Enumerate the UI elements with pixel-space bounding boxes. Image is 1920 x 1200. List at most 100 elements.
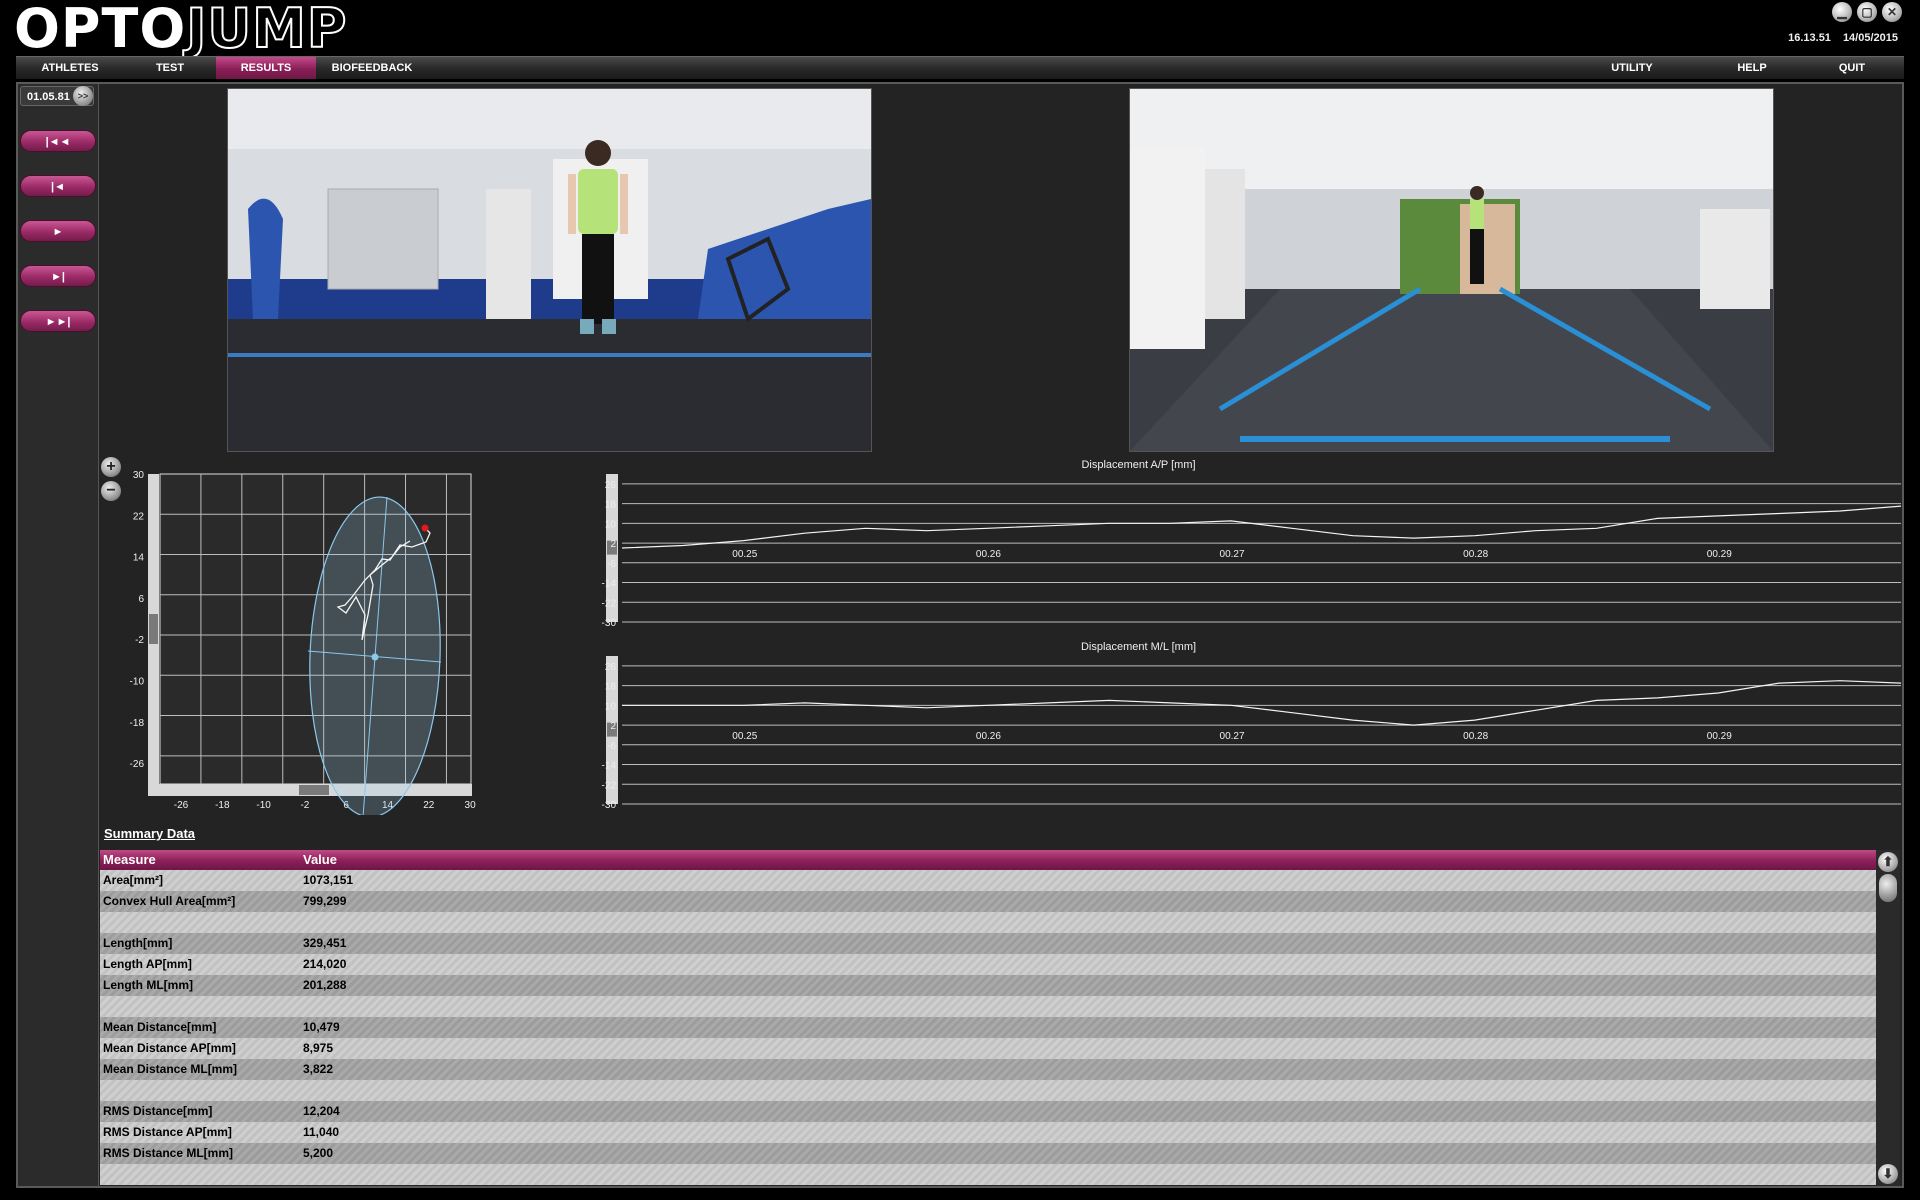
stabilogram-chart: 3022146-2-10-18-26 -26-18-10-26142230 [130,470,476,815]
stab-x-tick: -18 [215,800,230,811]
stab-y-tick: -10 [130,677,145,688]
summary-data-title[interactable]: Summary Data [104,826,195,841]
row-measure [100,996,303,1017]
header-value[interactable]: Value [303,850,1876,870]
table-row[interactable]: Mean Distance AP[mm] 8,975 [100,1038,1876,1059]
video-side-view[interactable] [1129,88,1774,452]
table-row[interactable]: Convex Hull Area[mm²] 799,299 [100,891,1876,912]
row-measure: Area[mm²] [103,873,164,887]
table-row[interactable]: RMS Distance AP[mm] 11,040 [100,1122,1876,1143]
menu-utility[interactable]: UTILITY [1586,57,1678,79]
row-measure: Length[mm] [103,936,173,950]
play-button[interactable]: ► [20,220,96,242]
chart-y-tick: 10 [605,701,617,712]
table-row[interactable] [100,912,1876,933]
minimize-button[interactable]: ▁ [1832,2,1852,22]
step-back-button[interactable]: |◄ [20,175,96,197]
chart-series-line [622,680,1902,726]
row-measure: Convex Hull Area[mm²] [103,894,236,908]
clock: 16.13.51 14/05/2015 [1788,32,1898,44]
row-value [303,1164,1876,1185]
row-measure: RMS Distance ML[mm] [103,1146,234,1160]
chart-y-tick: 18 [605,500,617,511]
chart-y-tick: -22 [602,598,617,609]
menu-biofeedback[interactable]: BIOFEEDBACK [316,57,428,79]
close-icon: ✕ [1886,5,1898,19]
step-forward-button[interactable]: ►| [20,265,96,287]
row-measure: Mean Distance[mm] [103,1020,217,1034]
displacement-ap-chart: Displacement A/P [mm] 26 18 10 2 -6 -14 -22 -30 0… [602,459,1902,628]
table-row[interactable] [100,996,1876,1017]
forward-end-button[interactable]: ►►| [20,310,96,332]
summary-table-scrollbar[interactable]: ⬆ ⬇ [1876,850,1900,1186]
row-measure [100,1080,303,1101]
close-button[interactable]: ✕ [1882,2,1902,22]
menu-results[interactable]: RESULTS [216,57,316,79]
chart-y-tick: 10 [605,519,617,530]
row-measure: Length ML[mm] [103,978,193,992]
front-view-image [228,89,871,451]
row-measure: RMS Distance AP[mm] [103,1125,232,1139]
stab-y-tick: 22 [133,511,145,522]
menu-bar: ATHLETES TEST RESULTS BIOFEEDBACK UTILIT… [16,56,1904,79]
clock-time: 16.13.51 [1788,32,1831,44]
summary-table-body: Area[mm²] 1073,151 Convex Hull Area[mm²] 79… [100,870,1876,1185]
scroll-down-button[interactable]: ⬇ [1878,1164,1898,1184]
chart-x-tick: 00.25 [732,549,757,560]
menu-test[interactable]: TEST [124,57,216,79]
chart-x-tick: 00.27 [1220,731,1245,742]
chart-title: Displacement M/L [mm] [1081,641,1196,653]
optojump-logo: OPTO JUMP [14,1,348,57]
player-sidebar [18,84,99,1186]
row-value: 5,200 [303,1146,334,1160]
row-measure: Mean Distance ML[mm] [103,1062,238,1076]
table-row[interactable]: Length[mm] 329,451 [100,933,1876,954]
stab-y-tick: -18 [130,718,145,729]
table-row[interactable]: Mean Distance ML[mm] 3,822 [100,1059,1876,1080]
displacement-ml-chart: Displacement M/L [mm] 26 18 10 2 -6 -14 -22 -30 0… [602,641,1902,810]
row-value [303,1080,1876,1101]
chart-y-tick: -6 [607,559,616,570]
row-measure: Mean Distance AP[mm] [103,1041,236,1055]
chart-y-tick: -22 [602,780,617,791]
chart-x-tick: 00.26 [976,549,1001,560]
timecode-jump-button[interactable]: >> [73,86,93,106]
table-row[interactable]: RMS Distance[mm] 12,204 [100,1101,1876,1122]
menu-help[interactable]: HELP [1716,57,1788,79]
row-value: 10,479 [303,1020,340,1034]
table-row[interactable]: Length AP[mm] 214,020 [100,954,1876,975]
stab-y-tick: 6 [138,594,144,605]
table-row[interactable]: Length ML[mm] 201,288 [100,975,1876,996]
maximize-button[interactable]: ▢ [1857,2,1877,22]
scroll-thumb[interactable] [1879,874,1897,902]
chart-y-tick: -6 [607,741,616,752]
row-value: 214,020 [303,957,347,971]
menu-athletes[interactable]: ATHLETES [16,57,124,79]
row-value: 799,299 [303,894,347,908]
chart-y-tick: -30 [602,800,617,810]
stabilogram-x-ticks: -26-18-10-26142230 [174,800,476,811]
row-value [303,996,1876,1017]
table-row[interactable] [100,1164,1876,1185]
chart-title: Displacement A/P [mm] [1081,459,1195,471]
video-front-view[interactable] [227,88,872,452]
table-row[interactable]: RMS Distance ML[mm] 5,200 [100,1143,1876,1164]
row-value: 8,975 [303,1041,334,1055]
row-value [303,912,1876,933]
row-measure: Length AP[mm] [103,957,192,971]
chart-y-tick: 18 [605,682,617,693]
scroll-up-button[interactable]: ⬆ [1878,852,1898,872]
row-value: 329,451 [303,936,347,950]
row-measure [100,1164,303,1185]
menu-quit[interactable]: QUIT [1816,57,1888,79]
table-row[interactable]: Mean Distance[mm] 10,479 [100,1017,1876,1038]
row-value: 3,822 [303,1062,334,1076]
stab-x-tick: 30 [465,800,477,811]
stab-y-tick: 30 [133,470,145,481]
header-measure[interactable]: Measure [100,850,303,870]
stabilogram-y-ticks: 30 22 14 6 -2 -10 -18 -26 [130,470,145,770]
chart-x-tick: 00.29 [1707,549,1732,560]
rewind-start-button[interactable]: |◄◄ [20,130,96,152]
table-row[interactable]: Area[mm²] 1073,151 [100,870,1876,891]
table-row[interactable] [100,1080,1876,1101]
